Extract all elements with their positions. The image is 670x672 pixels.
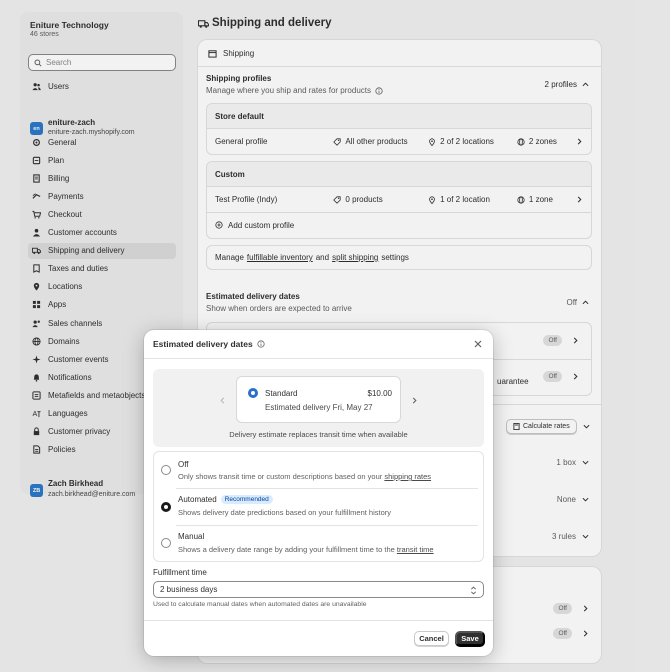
preview-note: Delivery estimate replaces transit time … [229,430,408,439]
preview-price: $10.00 [367,389,392,398]
option-off[interactable]: Off Only shows transit time or custom de… [154,454,485,490]
close-icon[interactable] [473,339,483,349]
preview-method: Standard [265,389,298,398]
preview-delivery: Estimated delivery Fri, May 27 [265,403,373,412]
modal-title: Estimated delivery dates [153,339,253,349]
radio-manual[interactable] [161,538,171,548]
info-icon [257,340,265,348]
shipping-rates-link[interactable]: shipping rates [384,472,431,481]
preview-radio [248,388,258,398]
option-automated[interactable]: Automated Recommended Shows delivery date… [154,490,485,526]
fulfillment-time-select[interactable]: 2 business days [153,581,484,598]
preview-card: Standard $10.00 Estimated delivery Fri, … [236,376,401,423]
save-button[interactable]: Save [455,631,485,646]
edd-options: Off Only shows transit time or custom de… [153,451,484,562]
edd-modal: Estimated delivery dates Standard $10.00… [144,330,493,656]
cancel-button[interactable]: Cancel [414,631,449,646]
radio-automated[interactable] [161,502,171,512]
fulfillment-label: Fulfillment time [153,568,207,577]
option-manual[interactable]: Manual Shows a delivery date range by ad… [154,527,485,563]
delivery-preview: Standard $10.00 Estimated delivery Fri, … [153,369,484,447]
modal-header: Estimated delivery dates [144,330,493,359]
select-arrows-icon [470,586,477,595]
fulfillment-help: Used to calculate manual dates when auto… [153,601,367,608]
chevron-left-icon[interactable] [219,397,226,404]
chevron-right-icon[interactable] [411,397,418,404]
recommended-badge: Recommended [220,495,273,504]
radio-off[interactable] [161,465,171,475]
transit-time-link[interactable]: transit time [397,545,434,554]
